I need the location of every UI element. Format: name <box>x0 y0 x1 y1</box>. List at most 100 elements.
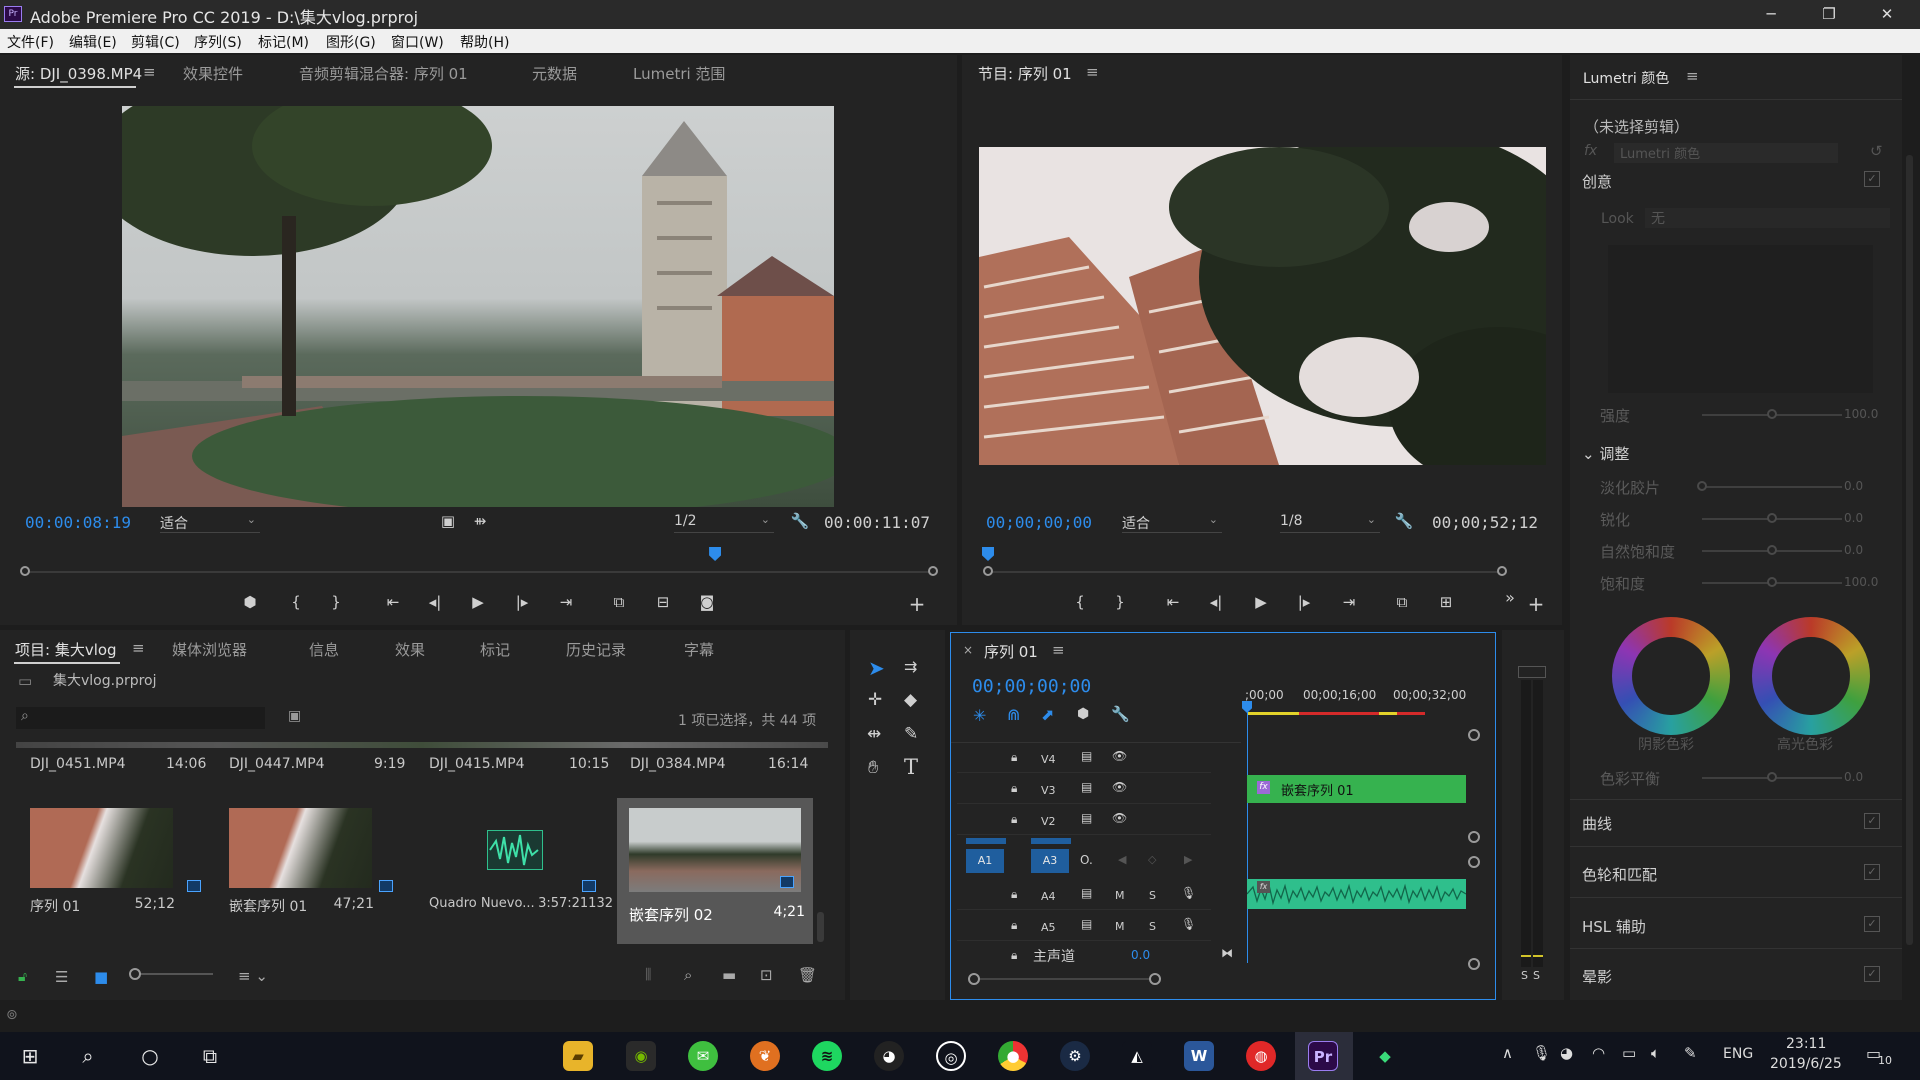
wechat-icon[interactable]: ✉ <box>688 1041 718 1071</box>
step-back-icon[interactable]: ◂| <box>423 593 447 611</box>
nested-sequence-clip[interactable]: fx 嵌套序列 01 <box>1247 775 1466 803</box>
lift-icon[interactable]: ⧉ <box>1390 593 1414 611</box>
tray-qq-icon[interactable]: ◕ <box>1560 1044 1573 1062</box>
zoom-slider[interactable] <box>133 973 213 975</box>
clip-name[interactable]: 序列 01 <box>30 896 80 916</box>
sync-lock-icon[interactable]: ▤ <box>1081 749 1092 763</box>
tab-lumetri-scopes[interactable]: Lumetri 范围 <box>633 63 725 84</box>
look-dropdown[interactable]: 无 <box>1645 208 1890 228</box>
project-menu-icon[interactable]: ≡ <box>132 639 145 657</box>
vibrance-knob[interactable] <box>1767 545 1777 555</box>
project-search-input[interactable]: ⌕ <box>16 707 265 729</box>
add-keyframe-icon[interactable]: ◇ <box>1148 853 1156 866</box>
lock-icon[interactable]: 🔒︎ <box>1011 812 1017 827</box>
master-volume-value[interactable]: 0.0 <box>1131 948 1150 962</box>
meter-solo-left[interactable]: S <box>1521 969 1528 982</box>
color-balance-knob[interactable] <box>1767 772 1777 782</box>
tab-history[interactable]: 历史记录 <box>566 639 626 660</box>
windows-start-icon[interactable]: ⊞ <box>10 1038 50 1074</box>
intensity-value[interactable]: 100.0 <box>1844 407 1878 421</box>
source-out-handle[interactable] <box>928 566 938 576</box>
tray-chevron-icon[interactable]: ∧ <box>1502 1044 1513 1062</box>
globe-app-icon[interactable]: ◆ <box>1370 1041 1400 1071</box>
faded-film-value[interactable]: 0.0 <box>1844 479 1863 493</box>
close-sequence-icon[interactable]: × <box>963 643 973 657</box>
clear-trash-icon[interactable]: 🗑︎ <box>798 966 817 984</box>
menu-edit[interactable]: 编辑(E) <box>69 32 117 52</box>
panel-menu-icon[interactable]: ≡ <box>143 63 156 81</box>
source-video-frame[interactable] <box>122 106 834 507</box>
premiere-pro-icon[interactable]: Pr <box>1308 1041 1338 1071</box>
lumetri-menu-icon[interactable]: ≡ <box>1686 67 1699 85</box>
lock-icon[interactable]: 🔒︎ <box>1011 781 1017 796</box>
new-search-bin-icon[interactable]: ▣ <box>288 708 301 724</box>
tab-captions[interactable]: 字幕 <box>684 639 714 660</box>
tab-media-browser[interactable]: 媒体浏览器 <box>172 639 247 660</box>
tab-sequence[interactable]: 序列 01 <box>984 641 1038 662</box>
safe-margins-icon[interactable]: ▣ <box>436 512 460 530</box>
mark-out-icon[interactable]: } <box>324 593 348 611</box>
hsl-enable-checkbox[interactable]: ✓ <box>1864 916 1880 932</box>
timeline-horizontal-scroll[interactable] <box>975 978 1155 980</box>
a-scroll-handle-top[interactable] <box>1468 856 1480 868</box>
language-indicator[interactable]: ENG <box>1723 1046 1753 1062</box>
more-controls-icon[interactable]: » <box>1498 588 1522 607</box>
lock-icon[interactable]: 🔒︎ <box>1011 750 1017 765</box>
maximize-button[interactable]: ❐ <box>1800 0 1858 29</box>
color-balance-value[interactable]: 0.0 <box>1844 770 1863 784</box>
intensity-slider-knob[interactable] <box>1767 409 1777 419</box>
a-scroll-handle-bottom[interactable] <box>1468 958 1480 970</box>
selection-tool-icon[interactable]: ➤ <box>868 656 885 680</box>
tray-pen-icon[interactable]: ✎ <box>1684 1044 1697 1062</box>
h-scroll-right-handle[interactable] <box>1149 973 1161 985</box>
insert-icon[interactable]: ⧉ <box>607 593 631 611</box>
find-icon[interactable]: ⌕ <box>684 966 692 984</box>
menu-file[interactable]: 文件(F) <box>7 32 54 52</box>
source-playhead[interactable] <box>709 547 722 561</box>
task-view-icon[interactable]: ⧉ <box>190 1038 230 1074</box>
sort-icons-icon[interactable]: ≡ ⌄ <box>238 967 268 985</box>
microphone-icon[interactable]: 🎙︎ <box>1181 917 1196 931</box>
track-v3[interactable]: 🔒︎ V3 ▤ 👁︎ <box>957 774 1211 804</box>
clip-name[interactable]: DJI_0447.MP4 <box>229 756 325 772</box>
source-patch-a1[interactable]: A1 <box>966 849 1004 873</box>
shadow-color-wheel[interactable] <box>1612 617 1730 735</box>
track-master[interactable]: 🔒︎ 主声道 0.0 ⧓ <box>957 942 1233 970</box>
section-vignette[interactable]: 晕影 <box>1582 966 1612 987</box>
meter-solo-right[interactable]: S <box>1533 969 1540 982</box>
tray-battery-icon[interactable]: ▭ <box>1622 1044 1636 1062</box>
sync-lock-icon[interactable]: ▤ <box>1081 886 1092 900</box>
bin-item-sequence-01[interactable]: 序列 01 52;12 <box>20 800 201 937</box>
tab-project[interactable]: 项目: 集大vlog <box>15 639 117 660</box>
word-icon[interactable]: W <box>1184 1041 1214 1071</box>
faded-film-slider[interactable] <box>1702 486 1842 488</box>
clip-name[interactable]: DJI_0384.MP4 <box>630 756 726 772</box>
sync-lock-icon[interactable]: ▤ <box>1081 780 1092 794</box>
track-v2[interactable]: 🔒︎ V2 ▤ 👁︎ <box>957 805 1211 835</box>
overwrite-icon[interactable]: ⊟ <box>651 593 675 611</box>
razor-tool-icon[interactable]: ◆ <box>904 690 917 710</box>
vibrance-value[interactable]: 0.0 <box>1844 543 1863 557</box>
play-icon[interactable]: ▶ <box>466 593 490 611</box>
eye-icon[interactable]: 👁︎ <box>1112 811 1127 825</box>
clip-name[interactable]: 嵌套序列 02 <box>629 904 713 925</box>
tab-program[interactable]: 节目: 序列 01 <box>978 63 1072 84</box>
curves-enable-checkbox[interactable]: ✓ <box>1864 813 1880 829</box>
type-tool-icon[interactable]: T <box>904 755 918 779</box>
track-a4[interactable]: 🔒︎ A4 ▤ M S 🎙︎ <box>957 880 1211 910</box>
lumetri-effect-select[interactable]: Lumetri 颜色 <box>1614 143 1838 163</box>
hand-tool-icon[interactable]: ✋︎ <box>868 757 878 778</box>
program-button-editor-add-icon[interactable]: + <box>1524 592 1548 616</box>
taskbar-search-icon[interactable]: ⌕ <box>68 1038 108 1074</box>
menu-help[interactable]: 帮助(H) <box>460 32 509 52</box>
program-fit-dropdown[interactable]: 适合 ⌄ <box>1122 513 1222 533</box>
clock-date[interactable]: 2019/6/25 <box>1770 1056 1842 1072</box>
tray-mic-icon[interactable]: 🎙︎ <box>1532 1044 1551 1062</box>
tab-effect-controls[interactable]: 效果控件 <box>183 63 243 84</box>
mute-button[interactable]: M <box>1115 889 1125 902</box>
settings-wrench-icon[interactable]: 🔧 <box>788 512 812 530</box>
clock-time[interactable]: 23:11 <box>1786 1036 1826 1052</box>
color-wheels-enable-checkbox[interactable]: ✓ <box>1864 864 1880 880</box>
export-frame-settings-icon[interactable]: ⇻ <box>468 512 492 530</box>
program-go-to-out-icon[interactable]: ⇥ <box>1337 593 1361 611</box>
